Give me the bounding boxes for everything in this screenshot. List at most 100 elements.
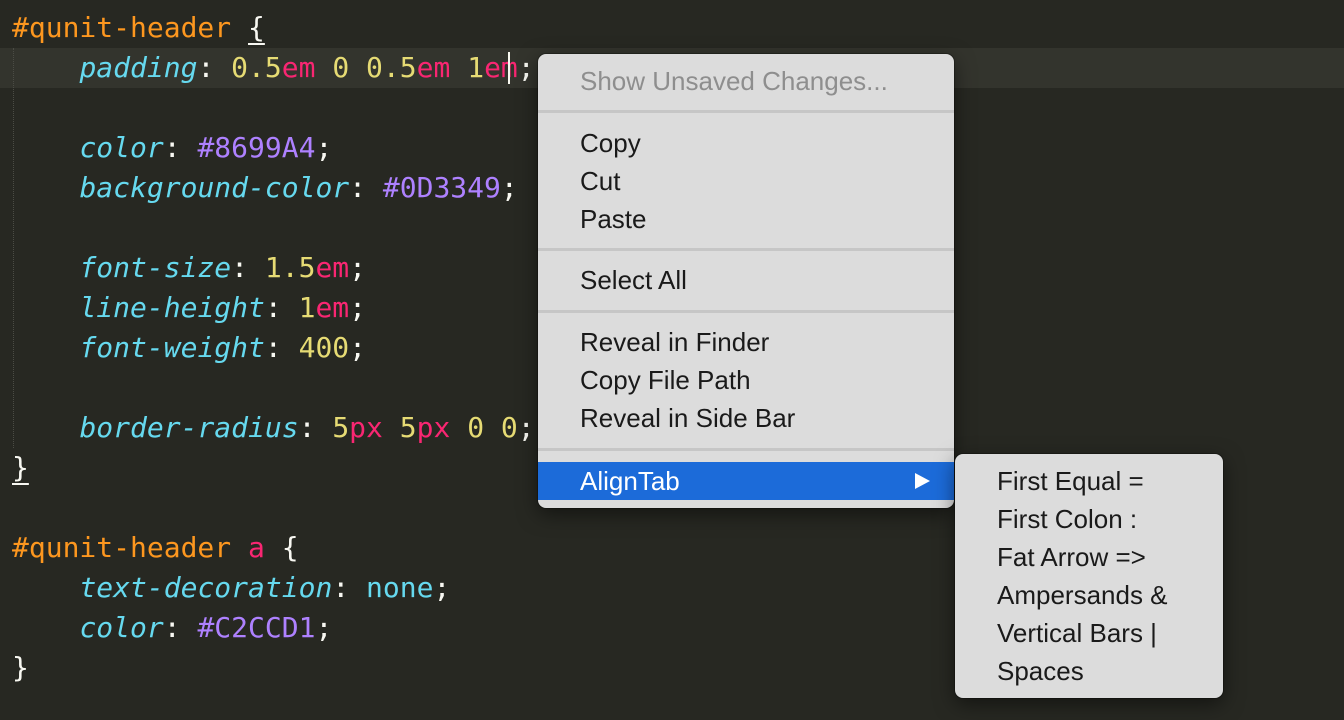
menu-item-select-all[interactable]: Select All (538, 261, 954, 299)
code-line[interactable]: font-weight: 400; (12, 328, 366, 368)
code-token: 5 (332, 411, 350, 444)
code-token: none (366, 571, 434, 604)
code-line[interactable]: padding: 0.5em 0 0.5em 1em; (12, 48, 535, 88)
code-token: : (163, 131, 198, 164)
code-token: em (416, 51, 451, 84)
menu-item-aligntab[interactable]: AlignTab (538, 462, 954, 500)
code-token: ; (349, 291, 367, 324)
menu-separator (538, 248, 954, 251)
menu-item-show-unsaved-changes: Show Unsaved Changes... (580, 66, 888, 96)
code-token: ; (349, 251, 367, 284)
code-token: ; (433, 571, 451, 604)
code-token: : (264, 331, 299, 364)
code-token: #qunit-header (12, 11, 249, 44)
code-line[interactable]: } (12, 648, 29, 688)
code-line[interactable]: border-radius: 5px 5px 0 0; (12, 408, 535, 448)
code-token: ; (349, 331, 367, 364)
code-token: 0.5 (366, 51, 417, 84)
code-token: px (349, 411, 383, 444)
code-token: em (315, 291, 350, 324)
submenu-item-first-colon[interactable]: First Colon : (955, 500, 1223, 538)
code-token: : (298, 411, 333, 444)
text-cursor (508, 52, 510, 84)
code-token: px (416, 411, 451, 444)
code-token: padding (79, 51, 198, 84)
submenu-item-vertical-bars[interactable]: Vertical Bars | (955, 614, 1223, 652)
code-token: 0.5 (231, 51, 282, 84)
menu-item-paste[interactable]: Paste (538, 200, 954, 238)
code-line[interactable]: background-color: #0D3349; (12, 168, 518, 208)
code-token: : (349, 171, 383, 204)
code-token: : (163, 611, 198, 644)
code-token: : (197, 51, 232, 84)
code-token: em (281, 51, 316, 84)
submenu-item-spaces[interactable]: Spaces (955, 652, 1223, 690)
code-token: 1.5 (264, 251, 316, 284)
menu-separator (538, 110, 954, 113)
code-token: 1 (298, 291, 316, 324)
code-token: : (332, 571, 367, 604)
code-token: ; (315, 611, 333, 644)
code-token: background-color (79, 171, 350, 204)
code-token: 0 (332, 51, 350, 84)
code-line[interactable]: color: #C2CCD1; (12, 608, 332, 648)
menu-item-copy[interactable]: Copy (538, 124, 954, 162)
aligntab-submenu[interactable]: First Equal = First Colon : Fat Arrow =>… (955, 454, 1223, 698)
menu-item-aligntab-label: AlignTab (580, 466, 680, 496)
code-token: ; (500, 171, 518, 204)
code-token: { (248, 11, 265, 44)
code-token: line-height (79, 291, 265, 324)
menu-item-copy-file-path[interactable]: Copy File Path (538, 361, 954, 399)
code-line[interactable]: #qunit-header a { (12, 528, 299, 568)
code-token: { (264, 531, 299, 564)
code-token: ; (517, 411, 535, 444)
menu-separator (538, 448, 954, 451)
code-token: font-size (79, 251, 232, 284)
code-token: : (231, 251, 265, 284)
code-token: em (484, 51, 518, 84)
code-line[interactable]: } (12, 448, 29, 488)
code-token: 5 (399, 411, 417, 444)
context-menu[interactable]: Show Unsaved Changes... Copy Cut Paste S… (538, 54, 954, 508)
code-token: ; (517, 51, 535, 84)
code-token: 0 (467, 411, 485, 444)
code-token: } (12, 451, 29, 484)
code-token: #8699A4 (197, 131, 316, 164)
menu-item-reveal-in-side-bar[interactable]: Reveal in Side Bar (538, 399, 954, 437)
code-token: color (79, 131, 164, 164)
code-token: em (315, 251, 350, 284)
submenu-item-fat-arrow[interactable]: Fat Arrow => (955, 538, 1223, 576)
code-token: : (264, 291, 299, 324)
submenu-item-ampersands[interactable]: Ampersands & (955, 576, 1223, 614)
menu-item-cut[interactable]: Cut (538, 162, 954, 200)
menu-item-reveal-in-finder[interactable]: Reveal in Finder (538, 323, 954, 361)
code-line[interactable]: #qunit-header { (12, 8, 265, 48)
code-token: 0 (500, 411, 518, 444)
code-line[interactable]: text-decoration: none; (12, 568, 450, 608)
code-line[interactable]: font-size: 1.5em; (12, 248, 366, 288)
code-token: font-weight (79, 331, 265, 364)
code-token: } (12, 651, 29, 684)
submenu-item-first-equal[interactable]: First Equal = (955, 462, 1223, 500)
code-token: color (79, 611, 164, 644)
code-token: text-decoration (79, 571, 333, 604)
code-token: ; (315, 131, 333, 164)
code-token: #qunit-header (12, 531, 249, 564)
code-line[interactable]: line-height: 1em; (12, 288, 366, 328)
code-line[interactable]: color: #8699A4; (12, 128, 332, 168)
menu-separator (538, 310, 954, 313)
code-token: 400 (298, 331, 350, 364)
